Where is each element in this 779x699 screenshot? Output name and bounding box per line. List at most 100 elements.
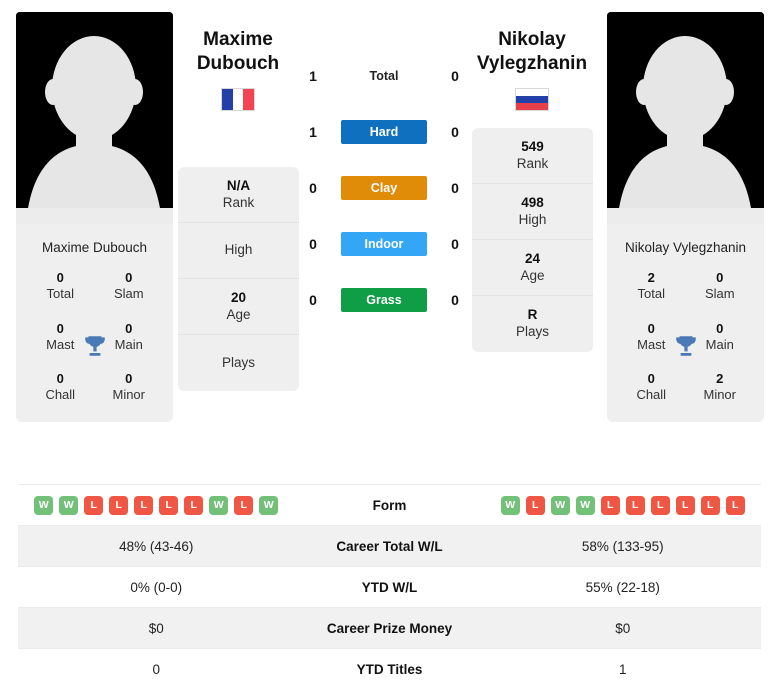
form-badge-loss: L bbox=[134, 495, 154, 515]
stat-value-left: 0 bbox=[152, 661, 160, 677]
form-badge-win: W bbox=[550, 495, 570, 515]
avatar-silhouette-icon bbox=[607, 12, 764, 224]
h2h-surface-label[interactable]: Hard bbox=[341, 120, 427, 144]
info-high: High bbox=[178, 223, 299, 279]
title-label: Chall bbox=[45, 387, 76, 403]
table-row-form: WWLLLLLWLW Form WLWWLLLLLL bbox=[18, 484, 761, 525]
info-rank: 549 Rank bbox=[472, 128, 593, 184]
player-comparison-page: Maxime Dubouch 0 Total 0 Slam 0 Mast 0 M… bbox=[0, 0, 779, 699]
title-value: 0 bbox=[647, 371, 655, 387]
player-photo-right bbox=[607, 12, 764, 224]
form-badge-loss: L bbox=[700, 495, 720, 515]
title-stat-chall: 0 Chall bbox=[26, 371, 95, 404]
head-to-head-surfaces: 1 Total 0 1 Hard 0 0 Clay 0 0 Indoor 0 0 bbox=[300, 62, 468, 314]
info-value: 20 bbox=[230, 289, 247, 305]
h2h-row-grass: 0 Grass 0 bbox=[300, 286, 468, 314]
stat-value-left: 0% (0-0) bbox=[130, 579, 183, 595]
info-rank: N/A Rank bbox=[178, 167, 299, 223]
player-name-left: Maxime Dubouch bbox=[41, 240, 148, 255]
title-stat-slam: 0 Slam bbox=[686, 270, 755, 303]
h2h-score-left: 0 bbox=[309, 236, 317, 252]
form-badges-left: WWLLLLLWLW bbox=[18, 495, 295, 515]
title-value: 0 bbox=[716, 270, 724, 286]
title-stat-total: 2 Total bbox=[617, 270, 686, 303]
form-badge-win: W bbox=[500, 495, 520, 515]
stat-value-right: $0 bbox=[615, 620, 631, 636]
info-value: 498 bbox=[521, 194, 544, 210]
form-badge-loss: L bbox=[84, 495, 104, 515]
russia-flag-icon bbox=[515, 88, 549, 111]
info-value: 24 bbox=[524, 250, 541, 266]
form-badge-loss: L bbox=[184, 495, 204, 515]
info-label: Plays bbox=[221, 354, 255, 370]
form-badge-win: W bbox=[59, 495, 79, 515]
h2h-surface-label[interactable]: Grass bbox=[341, 288, 427, 312]
form-badge-loss: L bbox=[109, 495, 129, 515]
title-stat-minor: 0 Minor bbox=[95, 371, 164, 404]
form-badge-win: W bbox=[259, 495, 279, 515]
form-badge-loss: L bbox=[725, 495, 745, 515]
form-badge-loss: L bbox=[234, 495, 254, 515]
info-age: 20 Age bbox=[178, 279, 299, 335]
h2h-score-left: 0 bbox=[309, 292, 317, 308]
form-cell-left: WWLLLLLWLW bbox=[18, 495, 295, 515]
h2h-score-right: 0 bbox=[451, 292, 459, 308]
player-name-right: Nikolay Vylegzhanin bbox=[624, 240, 747, 255]
h2h-score-right: 0 bbox=[451, 236, 459, 252]
title-stat-slam: 0 Slam bbox=[95, 270, 164, 303]
form-badge-loss: L bbox=[159, 495, 179, 515]
h2h-score-right: 0 bbox=[451, 68, 459, 84]
title-label: Total bbox=[637, 286, 665, 302]
h2h-score-left: 0 bbox=[309, 180, 317, 196]
h2h-row-clay: 0 Clay 0 bbox=[300, 174, 468, 202]
player-titles-card-right: Nikolay Vylegzhanin 2 Total 0 Slam 0 Mas… bbox=[607, 224, 764, 422]
info-plays: Plays bbox=[178, 335, 299, 391]
headline-first-name: Nikolay bbox=[498, 29, 566, 50]
info-label: Plays bbox=[515, 324, 549, 339]
form-badges-right: WLWWLLLLLL bbox=[485, 495, 762, 515]
player-titles-card-left: Maxime Dubouch 0 Total 0 Slam 0 Mast 0 M… bbox=[16, 224, 173, 422]
titles-grid-right: 2 Total 0 Slam 0 Mast 0 Main 0 Chall 2 M… bbox=[607, 270, 764, 422]
form-badge-loss: L bbox=[675, 495, 695, 515]
form-badge-win: W bbox=[209, 495, 229, 515]
row-label: Form bbox=[372, 497, 407, 513]
title-stat-total: 0 Total bbox=[26, 270, 95, 303]
h2h-score-right: 0 bbox=[451, 124, 459, 140]
title-label: Slam bbox=[113, 286, 144, 302]
info-label: High bbox=[224, 242, 253, 258]
trophy-icon bbox=[675, 336, 696, 356]
form-badge-loss: L bbox=[525, 495, 545, 515]
form-badge-loss: L bbox=[650, 495, 670, 515]
info-value: R bbox=[527, 307, 538, 323]
title-label: Minor bbox=[112, 387, 145, 403]
title-label: Total bbox=[46, 286, 74, 302]
form-cell-right: WLWWLLLLLL bbox=[485, 495, 762, 515]
table-row-career-prize-money: $0 Career Prize Money $0 bbox=[18, 607, 761, 648]
row-label: Career Prize Money bbox=[326, 620, 453, 636]
stat-value-right: 1 bbox=[618, 661, 627, 677]
h2h-score-right: 0 bbox=[451, 180, 459, 196]
trophy-icon bbox=[84, 336, 105, 356]
h2h-row-indoor: 0 Indoor 0 bbox=[300, 230, 468, 258]
row-label: Career Total W/L bbox=[336, 538, 443, 554]
info-label: Rank bbox=[222, 194, 255, 210]
stat-value-right: 55% (22-18) bbox=[585, 579, 660, 595]
stat-value-left: $0 bbox=[148, 620, 164, 636]
form-badge-loss: L bbox=[625, 495, 645, 515]
form-badge-loss: L bbox=[600, 495, 620, 515]
info-label: Rank bbox=[516, 155, 549, 171]
form-badge-win: W bbox=[34, 495, 54, 515]
h2h-score-left: 1 bbox=[309, 68, 317, 84]
form-badge-win: W bbox=[575, 495, 595, 515]
h2h-score-left: 1 bbox=[309, 124, 317, 140]
h2h-surface-label[interactable]: Indoor bbox=[341, 232, 427, 256]
info-age: 24 Age bbox=[472, 240, 593, 296]
titles-grid-left: 0 Total 0 Slam 0 Mast 0 Main 0 Chall 0 M… bbox=[16, 270, 173, 422]
info-value: 549 bbox=[521, 138, 544, 154]
stat-value-right: 58% (133-95) bbox=[581, 538, 664, 554]
comparison-header: Maxime Dubouch 0 Total 0 Slam 0 Mast 0 M… bbox=[0, 0, 779, 480]
h2h-row-total: 1 Total 0 bbox=[300, 62, 468, 90]
title-stat-chall: 0 Chall bbox=[617, 371, 686, 404]
h2h-surface-label[interactable]: Clay bbox=[341, 176, 427, 200]
title-stat-minor: 2 Minor bbox=[686, 371, 755, 404]
